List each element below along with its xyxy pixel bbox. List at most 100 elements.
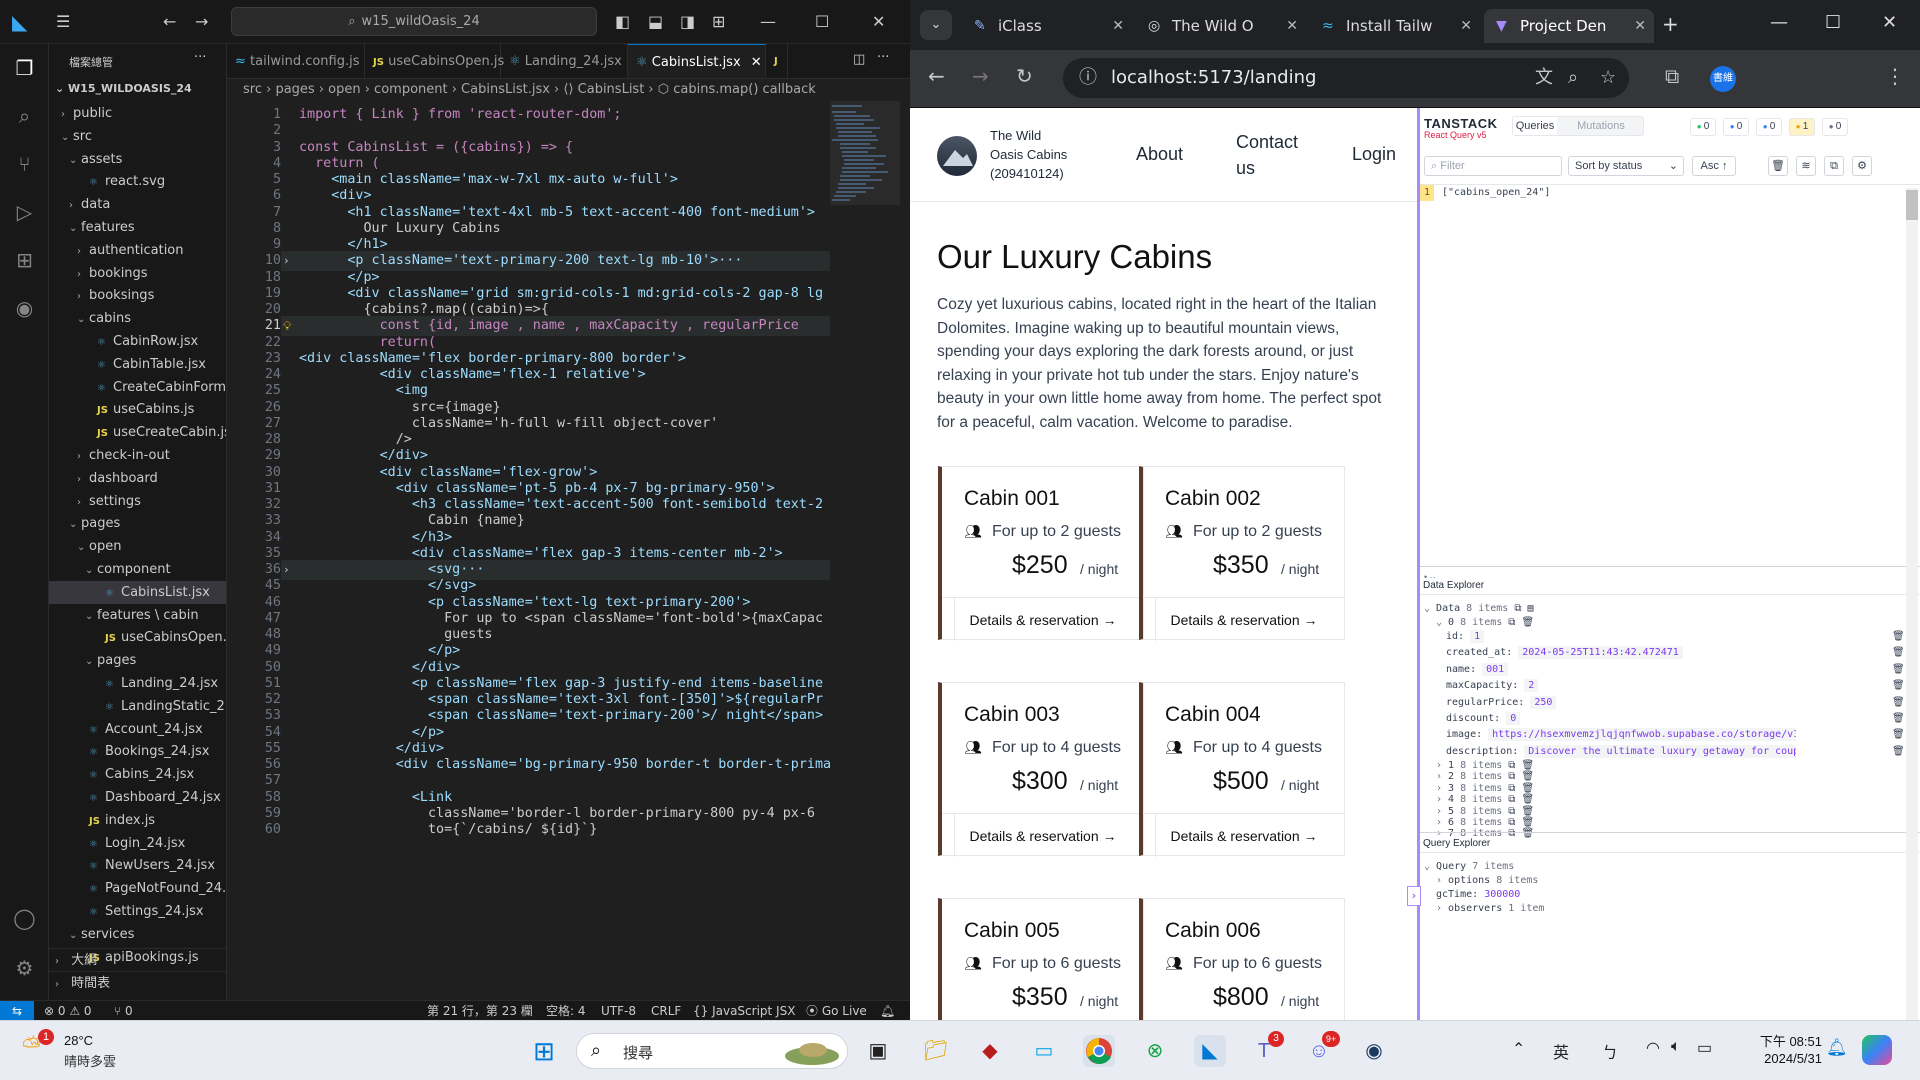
explorer-icon[interactable]: ❐: [10, 54, 39, 83]
account-icon[interactable]: ◯: [10, 904, 39, 933]
fold-chevron-icon[interactable]: ›: [283, 560, 290, 580]
field-value[interactable]: 2024-05-25T11:43:42.472471: [1518, 646, 1683, 660]
tree-item[interactable]: ⌄ pages: [49, 512, 226, 535]
scrollbar-thumb[interactable]: [1906, 190, 1918, 220]
details-link[interactable]: Details & reservation →: [1143, 813, 1345, 857]
extensions-icon[interactable]: ⧉: [1665, 64, 1679, 88]
tree-item[interactable]: JS useCabinsOpen.js: [49, 626, 226, 649]
queries-tab[interactable]: Queries: [1513, 117, 1557, 135]
clear-cache-icon[interactable]: 🗑︎: [1768, 156, 1788, 176]
code-line[interactable]: import { Link } from 'react-router-dom';: [299, 105, 621, 125]
data-field[interactable]: description: Discover the ultimate luxur…: [1446, 742, 1796, 762]
tree-item[interactable]: ⚛ Settings_24.jsx: [49, 900, 226, 923]
toggle-sidebar-icon[interactable]: ◧: [615, 12, 630, 31]
customize-layout-icon[interactable]: ⊞: [712, 12, 725, 31]
tree-item[interactable]: ⚛ Login_24.jsx: [49, 832, 226, 855]
toggle-panel-icon[interactable]: ⬓: [648, 12, 663, 31]
notification-bell-icon[interactable]: 🔔︎: [1826, 1038, 1848, 1058]
filter-input[interactable]: ⌕ Filter: [1424, 156, 1562, 176]
settings-gear-icon[interactable]: ⚙: [10, 954, 39, 983]
tree-item[interactable]: ⚛ LandingStatic_2...: [49, 695, 226, 718]
status-count[interactable]: ● 0: [1822, 118, 1848, 136]
code-line[interactable]: to={`/cabins/ ${id}`}: [299, 820, 597, 840]
devtools-scrollbar[interactable]: [1906, 188, 1918, 1020]
sort-order-button[interactable]: Asc ↑: [1692, 156, 1736, 176]
tab-use-cabins-open[interactable]: JS useCabinsOpen.js: [365, 44, 504, 78]
dock-position-icon[interactable]: ⧉: [1824, 156, 1844, 176]
tree-item[interactable]: ⌄ cabins: [49, 307, 226, 330]
timeline-section[interactable]: › 時間表: [49, 971, 226, 994]
tree-item[interactable]: ⚛ CabinRow.jsx: [49, 330, 226, 353]
translate-icon[interactable]: 文: [1535, 58, 1553, 98]
weather-desc[interactable]: 晴時多雲: [64, 1051, 116, 1070]
tree-item[interactable]: ⚛ NewUsers_24.jsx: [49, 854, 226, 877]
item-actions-icon[interactable]: ⧉ 🗑︎: [1502, 794, 1534, 805]
field-value[interactable]: 1: [1470, 630, 1485, 643]
maximize-icon[interactable]: ☐: [1825, 12, 1841, 33]
item-actions-icon[interactable]: ⧉ 🗑︎: [1502, 760, 1534, 771]
code-line[interactable]: <div className='bg-primary-950 border-t …: [299, 755, 830, 775]
extensions-icon[interactable]: ⊞: [10, 246, 39, 275]
ime-mode[interactable]: 英: [1553, 1039, 1569, 1063]
tree-item[interactable]: ⌄ assets: [49, 148, 226, 171]
breadcrumb[interactable]: src › pages › open › component › CabinsL…: [227, 79, 910, 101]
site-brand[interactable]: The Wild: [990, 128, 1041, 143]
ime-bopomofo[interactable]: ㄅ: [1602, 1039, 1618, 1063]
remote-explorer-icon[interactable]: ◉: [10, 294, 39, 323]
field-value[interactable]: 250: [1530, 695, 1557, 709]
encoding[interactable]: UTF-8: [601, 1001, 636, 1021]
item-actions-icon[interactable]: ⧉ 🗑︎: [1502, 783, 1534, 794]
tree-item[interactable]: ⌄ features: [49, 216, 226, 239]
data-item-collapsed[interactable]: › 5 8 items ⧉ 🗑︎: [1436, 806, 1534, 818]
details-link[interactable]: Details & reservation →: [942, 813, 1144, 857]
item-actions-icon[interactable]: ⧉ 🗑︎: [1502, 771, 1534, 782]
tree-item[interactable]: ⌄ services: [49, 923, 226, 946]
data-item-collapsed[interactable]: › 4 8 items ⧉ 🗑︎: [1436, 794, 1534, 806]
nav-about[interactable]: About: [1136, 144, 1183, 165]
data-item-collapsed[interactable]: › 3 8 items ⧉ 🗑︎: [1436, 783, 1534, 795]
browser-tab-iclass[interactable]: ✎ iClass ✕: [962, 9, 1132, 43]
tree-item[interactable]: ⌄ open: [49, 535, 226, 558]
close-icon[interactable]: ✕: [872, 12, 885, 31]
outline-section[interactable]: › 大綱: [49, 948, 226, 971]
devtools-settings-icon[interactable]: ⚙: [1852, 156, 1872, 176]
status-count[interactable]: ● 0: [1690, 118, 1716, 136]
back-arrow-icon[interactable]: ←: [163, 12, 176, 31]
mutations-tab[interactable]: Mutations: [1561, 117, 1641, 135]
delete-icon[interactable]: 🗑︎: [1892, 742, 1905, 762]
tab-close-icon[interactable]: ✕: [1112, 9, 1124, 43]
vscode-taskbar-icon[interactable]: ◣: [1194, 1035, 1226, 1067]
more-actions-icon[interactable]: ···: [194, 50, 206, 65]
minimap[interactable]: [830, 101, 900, 1000]
offline-mode-icon[interactable]: ≋: [1796, 156, 1816, 176]
tab-close-icon[interactable]: ✕: [1634, 9, 1646, 43]
go-live-button[interactable]: ⦿ Go Live: [806, 1001, 867, 1021]
forward-arrow-icon[interactable]: →: [195, 12, 208, 31]
source-control-icon[interactable]: ⑂: [10, 150, 39, 179]
tree-item[interactable]: ⚛ Account_24.jsx: [49, 718, 226, 741]
bookmark-star-icon[interactable]: ☆: [1600, 58, 1616, 98]
tree-item[interactable]: › data: [49, 193, 226, 216]
maximize-icon[interactable]: ☐: [815, 12, 829, 31]
menu-icon[interactable]: ☰: [56, 12, 70, 31]
tab-overflow[interactable]: J: [766, 44, 788, 78]
pane-resizer[interactable]: [1420, 566, 1920, 567]
tree-item[interactable]: › booksings: [49, 284, 226, 307]
minimize-icon[interactable]: —: [760, 12, 776, 31]
workspace-root[interactable]: ⌄ W15_WILDOASIS_24: [55, 82, 192, 95]
nav-login[interactable]: Login: [1352, 144, 1396, 165]
details-link[interactable]: Details & reservation →: [1143, 597, 1345, 641]
field-value[interactable]: 2: [1524, 679, 1539, 693]
tree-item[interactable]: › public: [49, 102, 226, 125]
tree-item[interactable]: ⌄ features \ cabin: [49, 604, 226, 627]
editor-more-icon[interactable]: ···: [877, 50, 889, 65]
problems-count[interactable]: ⊗ 0 ⚠ 0: [44, 1001, 92, 1021]
tree-item[interactable]: › settings: [49, 490, 226, 513]
language-mode[interactable]: {} JavaScript JSX: [693, 1001, 795, 1021]
tree-item[interactable]: ⌄ component: [49, 558, 226, 581]
tree-item[interactable]: ⚛ react.svg: [49, 170, 226, 193]
weather-temp[interactable]: 28°C: [64, 1033, 93, 1048]
tree-item[interactable]: JS index.js: [49, 809, 226, 832]
tree-item[interactable]: ⚛ CreateCabinForm...: [49, 376, 226, 399]
tab-close-icon[interactable]: ✕: [1460, 9, 1472, 43]
